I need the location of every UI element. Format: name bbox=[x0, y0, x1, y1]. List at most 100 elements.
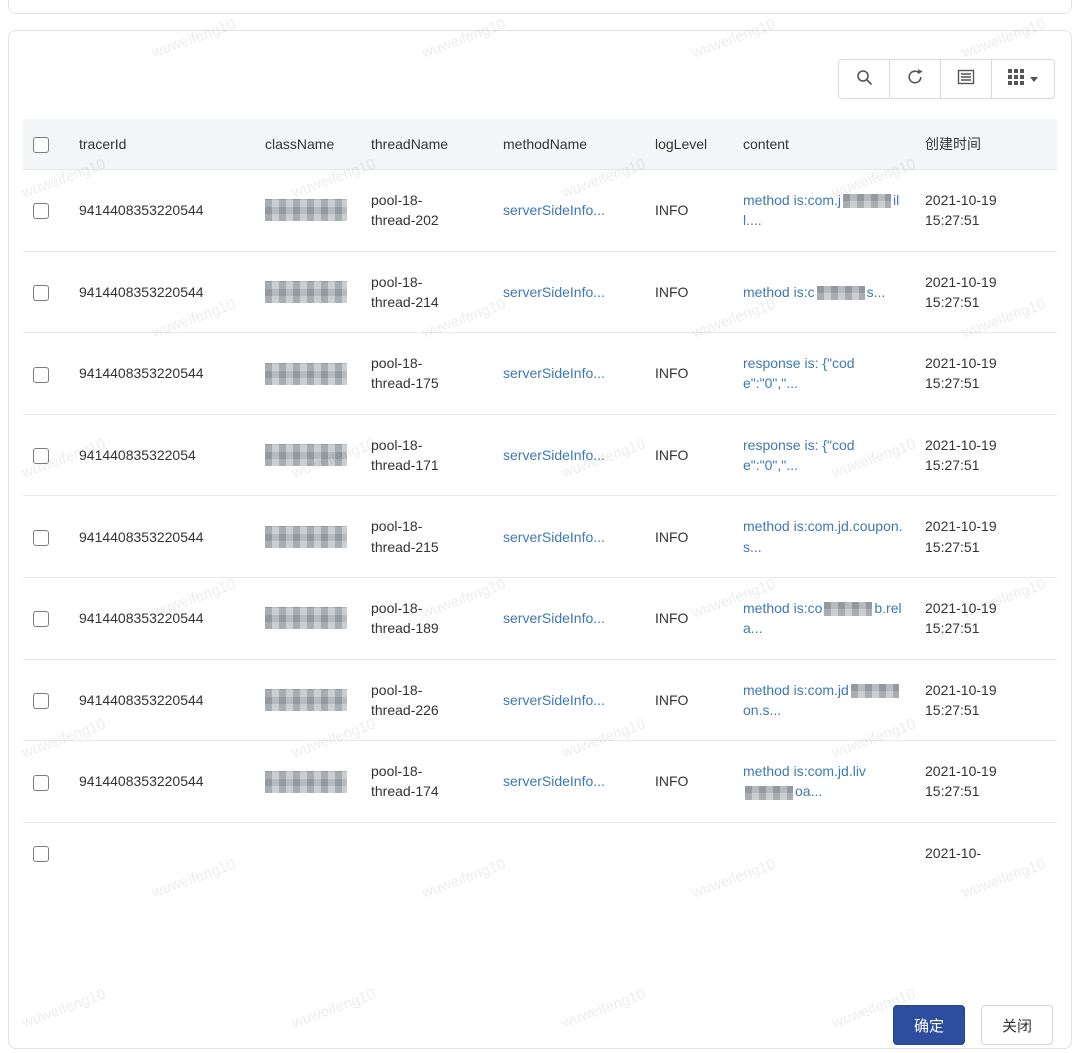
method-name-cell: serverSideInfo... bbox=[493, 659, 645, 742]
table-row[interactable]: 9414408353220544 pool-18-thread-214 serv… bbox=[23, 251, 1057, 334]
row-checkbox[interactable] bbox=[33, 846, 49, 863]
content-link[interactable]: method is:c s... bbox=[743, 284, 885, 301]
row-checkbox[interactable] bbox=[33, 529, 49, 546]
method-name-cell: serverSideInfo... bbox=[493, 414, 645, 497]
redacted-text-block bbox=[843, 194, 892, 209]
redacted-classname-block bbox=[265, 689, 347, 711]
content-cell: method is:com.jd.livoa... bbox=[733, 740, 915, 823]
content-link[interactable]: method is:com.jdon.s... bbox=[743, 682, 901, 718]
row-select-cell bbox=[23, 577, 69, 660]
table-row[interactable]: 9414408353220544 pool-18-thread-174 serv… bbox=[23, 740, 1057, 823]
log-level-cell: INFO bbox=[645, 495, 733, 578]
redacted-text-block bbox=[816, 286, 865, 301]
method-name-link[interactable]: serverSideInfo... bbox=[503, 692, 605, 708]
redacted-text-block bbox=[850, 683, 899, 698]
thread-name-cell: pool-18-thread-226 bbox=[361, 659, 493, 742]
table-row[interactable]: 9414408353220544 pool-18-thread-175 serv… bbox=[23, 332, 1057, 415]
method-name-link[interactable]: serverSideInfo... bbox=[503, 202, 605, 218]
method-name-cell: serverSideInfo... bbox=[493, 577, 645, 660]
log-level-cell: INFO bbox=[645, 740, 733, 823]
redacted-classname-block bbox=[265, 199, 347, 222]
row-checkbox[interactable] bbox=[33, 203, 49, 220]
card-view-icon bbox=[957, 68, 975, 91]
toggle-view-button[interactable] bbox=[940, 59, 992, 99]
method-name-cell: serverSideInfo... bbox=[493, 332, 645, 415]
method-name-link[interactable]: serverSideInfo... bbox=[503, 447, 605, 463]
content-link[interactable]: method is:com.jd.livoa... bbox=[743, 763, 866, 800]
content-link[interactable]: response is: {"code":"0","... bbox=[743, 437, 855, 473]
redacted-classname-block bbox=[265, 362, 347, 385]
table-row[interactable]: 9414408353220544 pool-18-thread-202 serv… bbox=[23, 169, 1057, 252]
redacted-classname-block bbox=[265, 444, 347, 467]
method-name-cell: serverSideInfo... bbox=[493, 169, 645, 252]
search-button[interactable] bbox=[838, 59, 890, 99]
chevron-down-icon bbox=[1030, 76, 1038, 82]
create-time-cell: 2021-10-19 15:27:51 bbox=[915, 169, 1057, 252]
content-cell: method is:co b.rela... bbox=[733, 577, 915, 660]
method-name-link[interactable]: serverSideInfo... bbox=[503, 284, 605, 300]
close-button[interactable]: 关闭 bbox=[980, 1005, 1053, 1045]
dialog-footer: 确定 关闭 bbox=[9, 995, 1071, 1045]
thread-name-cell: pool-18-thread-202 bbox=[361, 169, 493, 252]
thread-name-cell: pool-18-thread-215 bbox=[361, 495, 493, 578]
content-link[interactable]: response is: {"code":"0","... bbox=[743, 355, 855, 391]
table-scroll-area[interactable]: tracerId className threadName methodName… bbox=[9, 119, 1071, 995]
content-cell: method is:c s... bbox=[733, 251, 915, 334]
create-time-cell: 2021-10-19 15:27:51 bbox=[915, 659, 1057, 742]
search-icon bbox=[855, 68, 873, 91]
redacted-classname-block bbox=[265, 281, 347, 304]
redacted-text-block bbox=[824, 602, 873, 617]
redacted-text-block bbox=[745, 785, 793, 800]
columns-dropdown-button[interactable] bbox=[991, 59, 1055, 99]
header-create-time: 创建时间 bbox=[915, 119, 1057, 170]
class-name-cell bbox=[255, 251, 361, 334]
table-body: 9414408353220544 pool-18-thread-202 serv… bbox=[23, 169, 1057, 884]
method-name-cell: serverSideInfo... bbox=[493, 495, 645, 578]
tracer-id-cell: 9414408353220544 bbox=[69, 740, 255, 823]
row-select-cell bbox=[23, 659, 69, 742]
log-level-cell bbox=[645, 822, 733, 883]
method-name-link[interactable]: serverSideInfo... bbox=[503, 529, 605, 545]
row-checkbox[interactable] bbox=[33, 366, 49, 383]
redacted-classname-block bbox=[265, 770, 347, 793]
row-select-cell bbox=[23, 251, 69, 334]
content-cell: response is: {"code":"0","... bbox=[733, 414, 915, 497]
thread-name-cell: pool-18-thread-189 bbox=[361, 577, 493, 660]
refresh-icon bbox=[906, 68, 924, 91]
confirm-button[interactable]: 确定 bbox=[892, 1005, 965, 1045]
content-link[interactable]: method is:co b.rela... bbox=[743, 600, 902, 636]
header-method-name: methodName bbox=[493, 119, 645, 170]
row-checkbox[interactable] bbox=[33, 774, 49, 791]
refresh-button[interactable] bbox=[889, 59, 941, 99]
table-row[interactable]: 941440835322054 pool-18-thread-171 serve… bbox=[23, 414, 1057, 497]
method-name-link[interactable]: serverSideInfo... bbox=[503, 365, 605, 381]
header-log-level: logLevel bbox=[645, 119, 733, 170]
content-cell bbox=[733, 822, 915, 883]
table-row[interactable]: 9414408353220544 pool-18-thread-189 serv… bbox=[23, 577, 1057, 660]
row-checkbox[interactable] bbox=[33, 285, 49, 302]
method-name-link[interactable]: serverSideInfo... bbox=[503, 773, 605, 789]
thread-name-cell: pool-18-thread-171 bbox=[361, 414, 493, 497]
content-link[interactable]: method is:com.jd.coupon.s... bbox=[743, 518, 903, 554]
create-time-cell: 2021-10-19 15:27:51 bbox=[915, 740, 1057, 823]
log-level-cell: INFO bbox=[645, 659, 733, 742]
tracer-id-cell: 9414408353220544 bbox=[69, 169, 255, 252]
table-row[interactable]: 2021-10- bbox=[23, 822, 1057, 883]
class-name-cell bbox=[255, 822, 361, 883]
thread-name-cell bbox=[361, 822, 493, 883]
select-all-checkbox[interactable] bbox=[33, 136, 49, 153]
header-tracer-id: tracerId bbox=[69, 119, 255, 170]
row-select-cell bbox=[23, 740, 69, 823]
class-name-cell bbox=[255, 659, 361, 742]
row-checkbox[interactable] bbox=[33, 448, 49, 465]
row-select-cell bbox=[23, 169, 69, 252]
content-link[interactable]: method is:com.j ill.... bbox=[743, 192, 899, 228]
table-row[interactable]: 9414408353220544 pool-18-thread-226 serv… bbox=[23, 659, 1057, 742]
tracer-id-cell: 9414408353220544 bbox=[69, 495, 255, 578]
row-select-cell bbox=[23, 414, 69, 497]
toolbar-button-group bbox=[838, 59, 1055, 99]
table-row[interactable]: 9414408353220544 pool-18-thread-215 serv… bbox=[23, 495, 1057, 578]
method-name-link[interactable]: serverSideInfo... bbox=[503, 610, 605, 626]
row-checkbox[interactable] bbox=[33, 693, 49, 709]
row-checkbox[interactable] bbox=[33, 611, 49, 628]
